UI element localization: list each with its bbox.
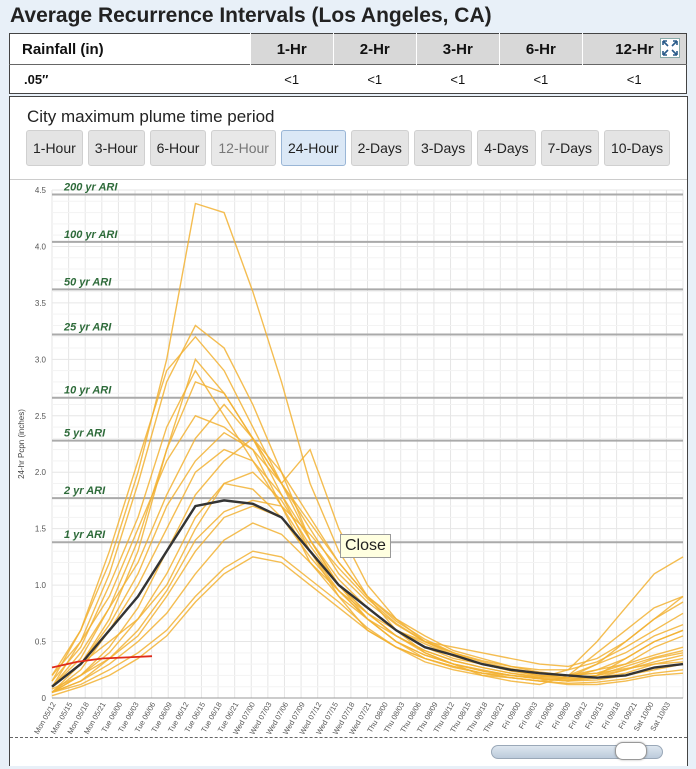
- ari-threshold-label: 1 yr ARI: [64, 529, 106, 541]
- period-button-10-days[interactable]: 10-Days: [604, 130, 671, 166]
- ari-threshold-label: 2 yr ARI: [63, 485, 106, 497]
- period-button-12-hour[interactable]: 12-Hour: [211, 130, 276, 166]
- ari-threshold-label: 10 yr ARI: [64, 385, 112, 397]
- ari-table-row: .05″ <1 <1 <1 <1 <1: [9, 64, 687, 94]
- ari-cell-3hr: <1: [416, 64, 500, 94]
- y-axis-label: 24-hr Pcpn (inches): [17, 409, 26, 479]
- y-tick-label: 0.5: [35, 638, 47, 647]
- precip-chart: 0 0.5 1.0 1.5 2.0 2.5 3.0 3.5 4.0 4.5 24-hr Pcpn (…: [17, 182, 684, 736]
- expand-arrows-icon[interactable]: [660, 38, 680, 58]
- plume-panel: City maximum plume time period 1-Hour 3-…: [9, 96, 688, 766]
- period-button-6-hour[interactable]: 6-Hour: [149, 130, 207, 166]
- ari-cell-1hr: <1: [250, 64, 334, 94]
- ari-threshold-label: 200 yr ARI: [63, 182, 118, 194]
- y-tick-label: 0: [42, 694, 47, 703]
- period-button-row: 1-Hour 3-Hour 6-Hour 12-Hour 24-Hour 2-D…: [26, 130, 671, 166]
- period-button-7-days[interactable]: 7-Days: [540, 130, 600, 166]
- ari-header-1hr: 1-Hr: [249, 33, 334, 65]
- chart-scrollbar[interactable]: [10, 737, 687, 766]
- ari-threshold-label: 50 yr ARI: [64, 276, 112, 288]
- panel-title: City maximum plume time period: [27, 107, 275, 126]
- y-tick-label: 3.5: [35, 299, 47, 308]
- period-button-2-days[interactable]: 2-Days: [350, 130, 409, 166]
- ari-cell-12hr: <1: [582, 64, 687, 94]
- ari-header-3hr: 3-Hr: [415, 33, 500, 65]
- y-tick-label: 1.5: [35, 525, 47, 534]
- ari-header-12hr-label: 12-Hr: [615, 40, 654, 58]
- period-button-4-days[interactable]: 4-Days: [477, 130, 536, 166]
- ari-header-12hr: 12-Hr: [581, 33, 687, 65]
- period-button-24-hour[interactable]: 24-Hour: [280, 130, 346, 166]
- ari-cell-6hr: <1: [499, 64, 583, 94]
- y-tick-label: 4.0: [35, 242, 47, 251]
- ari-threshold-label: 100 yr ARI: [64, 229, 118, 241]
- y-tick-label: 3.0: [35, 355, 47, 364]
- y-tick-label: 2.5: [35, 412, 47, 421]
- ari-cell-2hr: <1: [333, 64, 417, 94]
- period-button-3-days[interactable]: 3-Days: [413, 130, 473, 166]
- period-button-1-hour[interactable]: 1-Hour: [26, 130, 83, 166]
- ari-header-rainfall: Rainfall (in): [9, 33, 251, 65]
- close-tooltip[interactable]: Close: [340, 534, 391, 558]
- ari-table-header-row: Rainfall (in) 1-Hr 2-Hr 3-Hr 6-Hr 12-Hr: [9, 33, 687, 65]
- ari-threshold-label: 5 yr ARI: [64, 428, 106, 440]
- ari-threshold-label: 25 yr ARI: [63, 321, 112, 333]
- scrollbar-thumb[interactable]: [615, 742, 647, 760]
- period-button-3-hour[interactable]: 3-Hour: [87, 130, 145, 166]
- page-title: Average Recurrence Intervals (Los Angele…: [10, 4, 492, 27]
- chart-area: 0 0.5 1.0 1.5 2.0 2.5 3.0 3.5 4.0 4.5 24-hr Pcpn (…: [10, 179, 687, 738]
- ari-cell-rainfall: .05″: [9, 64, 251, 94]
- ari-header-2hr: 2-Hr: [332, 33, 417, 65]
- y-tick-label: 4.5: [35, 186, 47, 195]
- y-tick-label: 2.0: [35, 468, 47, 477]
- ari-table: Rainfall (in) 1-Hr 2-Hr 3-Hr 6-Hr 12-Hr …: [9, 33, 687, 94]
- y-tick-label: 1.0: [35, 581, 47, 590]
- ari-header-6hr: 6-Hr: [498, 33, 583, 65]
